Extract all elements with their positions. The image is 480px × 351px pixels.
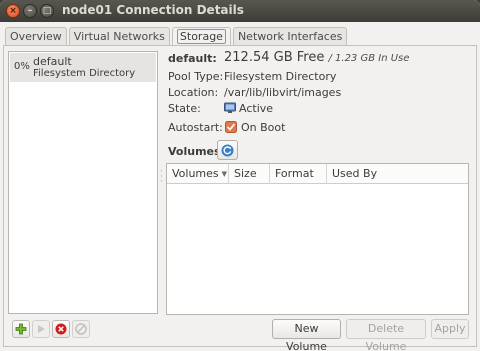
autostart-label: Autostart: — [168, 121, 223, 134]
pool-header-name: default: — [168, 52, 217, 65]
stop-icon — [55, 323, 67, 335]
in-use-value: / 1.23 GB In Use — [328, 53, 410, 64]
pool-name: default — [33, 55, 72, 68]
pool-list-item-default[interactable]: 0% default Filesystem Directory — [10, 53, 156, 82]
window-title: node01 Connection Details — [62, 3, 244, 17]
start-pool-button[interactable] — [32, 320, 50, 338]
tab-bar: Overview Virtual Networks Storage Networ… — [5, 27, 349, 47]
minimize-window-icon[interactable]: – — [23, 4, 37, 18]
plus-icon — [15, 323, 27, 335]
autostart-value: On Boot — [241, 121, 286, 134]
volumes-table-header: Volumes ▼ Size Format Used By — [167, 164, 468, 184]
apply-button[interactable]: Apply — [431, 319, 469, 339]
column-header-size[interactable]: Size — [229, 164, 270, 184]
volumes-label: Volumes — [168, 145, 221, 158]
column-header-format[interactable]: Format — [270, 164, 327, 184]
tab-storage[interactable]: Storage — [171, 27, 231, 47]
volumes-table[interactable]: Volumes ▼ Size Format Used By — [166, 163, 469, 315]
add-pool-button[interactable] — [12, 320, 30, 338]
pool-type: Filesystem Directory — [33, 68, 136, 79]
monitor-icon — [224, 102, 236, 113]
state-value: Active — [239, 102, 274, 115]
new-volume-button[interactable]: New Volume — [272, 319, 341, 351]
pool-free-space: 212.54 GB Free / 1.23 GB In Use — [224, 50, 409, 65]
pane-splitter-handle[interactable]: · · · — [160, 168, 163, 187]
delete-icon — [75, 323, 87, 335]
tab-overview[interactable]: Overview — [5, 27, 67, 46]
column-header-volumes[interactable]: Volumes ▼ — [167, 164, 229, 184]
tab-virtual-networks[interactable]: Virtual Networks — [68, 27, 170, 46]
autostart-checkbox-icon[interactable] — [225, 121, 237, 133]
close-window-icon[interactable]: × — [6, 4, 20, 18]
maximize-window-icon[interactable]: □ — [40, 4, 54, 18]
location-value: /var/lib/libvirt/images — [224, 86, 342, 99]
free-space-value: 212.54 GB Free — [224, 50, 325, 65]
delete-volume-button[interactable]: Delete Volume — [346, 319, 426, 351]
tab-network-interfaces[interactable]: Network Interfaces — [232, 27, 348, 46]
state-label: State: — [168, 102, 201, 115]
play-icon — [38, 325, 45, 333]
pool-list[interactable]: 0% default Filesystem Directory — [8, 51, 158, 314]
refresh-icon — [221, 144, 234, 156]
refresh-volumes-button[interactable] — [217, 140, 238, 160]
location-label: Location: — [168, 86, 219, 99]
pool-type-label: Pool Type: — [168, 70, 224, 83]
connection-details-window: × – □ node01 Connection Details Overview… — [0, 0, 480, 351]
pool-usage-percent: 0% — [14, 61, 30, 72]
sort-down-icon: ▼ — [221, 170, 228, 178]
stop-pool-button[interactable] — [52, 320, 70, 338]
column-header-used-by[interactable]: Used By — [327, 164, 468, 184]
delete-pool-button[interactable] — [72, 320, 90, 338]
title-bar: × – □ node01 Connection Details — [0, 0, 480, 22]
pool-type-value: Filesystem Directory — [224, 70, 337, 83]
